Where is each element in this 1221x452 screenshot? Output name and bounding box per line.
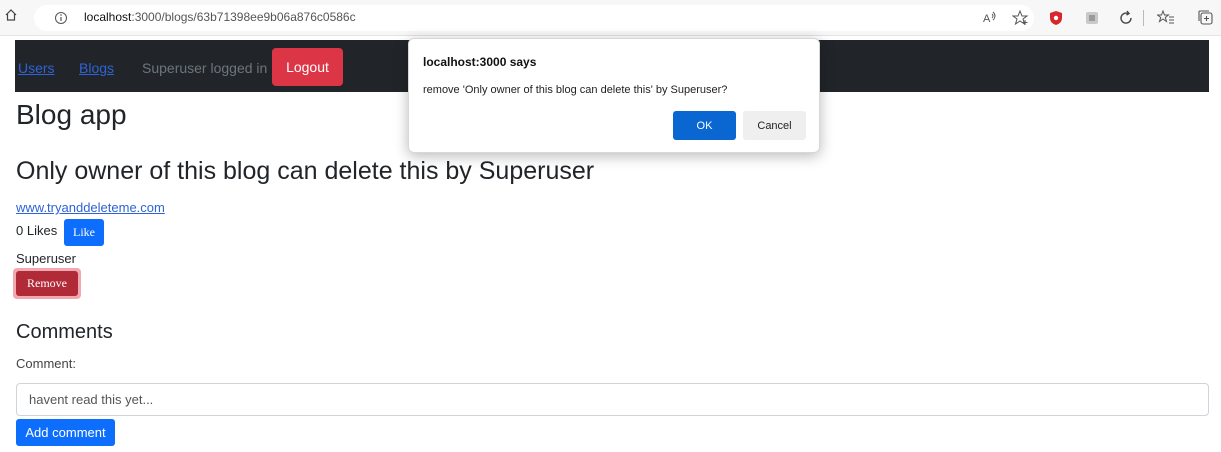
favorite-add-icon[interactable]	[1012, 9, 1030, 27]
like-button[interactable]: Like	[64, 219, 104, 246]
comment-input-placeholder: havent read this yet...	[29, 392, 154, 407]
shield-icon[interactable]	[1047, 9, 1065, 27]
browser-toolbar: localhost:3000/blogs/63b71398ee9b06a876c…	[0, 0, 1221, 36]
confirm-dialog: localhost:3000 says remove 'Only owner o…	[408, 38, 820, 153]
comments-heading: Comments	[16, 321, 113, 343]
url-text: localhost:3000/blogs/63b71398ee9b06a876c…	[84, 10, 356, 24]
toolbar-divider	[1143, 10, 1144, 26]
read-aloud-icon[interactable]: A	[981, 9, 999, 27]
add-comment-button[interactable]: Add comment	[16, 419, 115, 446]
logged-in-text: Superuser logged in	[142, 60, 268, 76]
url-path: :3000/blogs/63b71398ee9b06a876c0586c	[131, 10, 356, 24]
comment-input[interactable]: havent read this yet...	[16, 383, 1209, 416]
browser-actions: A	[921, 0, 1221, 36]
svg-text:A: A	[983, 13, 991, 25]
refresh-icon[interactable]	[1117, 9, 1135, 27]
page-title: Blog app	[16, 99, 127, 130]
extension-icon[interactable]	[1083, 9, 1101, 27]
comment-label: Comment:	[16, 356, 76, 371]
remove-button[interactable]: Remove	[16, 271, 78, 296]
nav-link-blogs[interactable]: Blogs	[79, 60, 114, 76]
blog-author: Superuser	[16, 251, 76, 266]
favorites-icon[interactable]	[1157, 9, 1175, 27]
blog-title: Only owner of this blog can delete this …	[16, 157, 595, 185]
home-icon[interactable]	[4, 8, 18, 22]
blog-url-link[interactable]: www.tryanddeleteme.com	[16, 200, 165, 215]
logout-button[interactable]: Logout	[272, 48, 343, 86]
dialog-cancel-button[interactable]: Cancel	[743, 111, 806, 140]
dialog-message: remove 'Only owner of this blog can dele…	[423, 84, 728, 96]
info-icon[interactable]	[54, 11, 68, 25]
collections-icon[interactable]	[1197, 9, 1215, 27]
dialog-ok-button[interactable]: OK	[673, 111, 736, 140]
address-bar[interactable]: localhost:3000/blogs/63b71398ee9b06a876c…	[34, 5, 1034, 31]
dialog-title: localhost:3000 says	[423, 55, 537, 69]
likes-count: 0 Likes	[16, 223, 58, 238]
url-host: localhost	[84, 10, 132, 24]
nav-link-users[interactable]: Users	[18, 60, 55, 76]
